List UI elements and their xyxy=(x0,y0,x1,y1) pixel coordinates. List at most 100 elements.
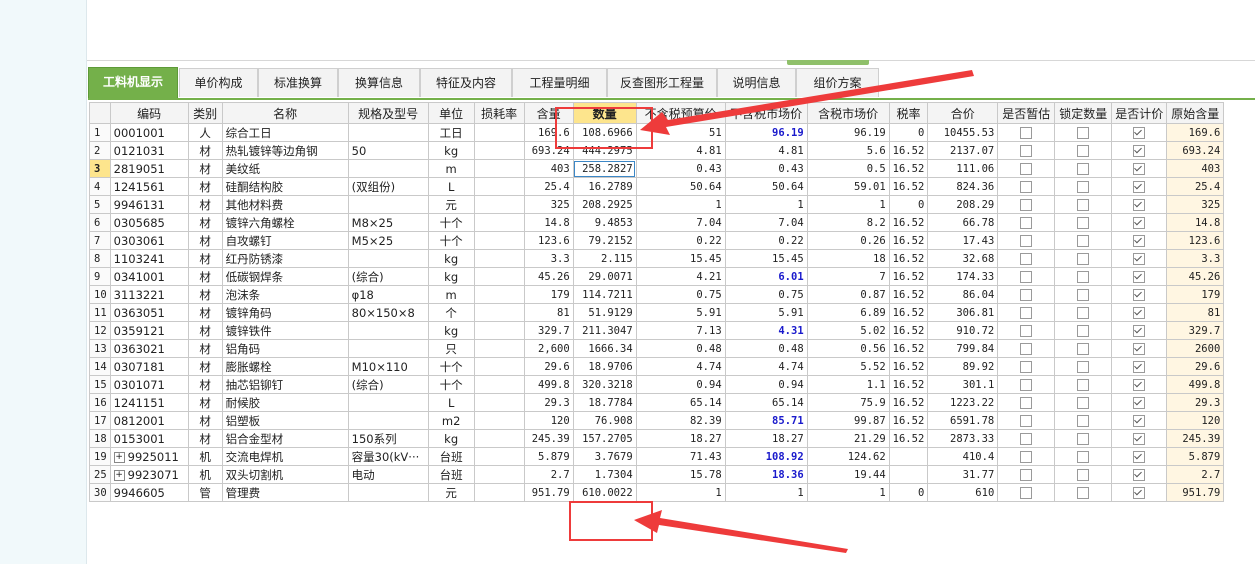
cell-unit[interactable]: m2 xyxy=(427,411,475,430)
cell-orig-content[interactable]: 120 xyxy=(1166,411,1225,430)
cell-pre-market[interactable]: 50.64 xyxy=(724,177,808,196)
cell-name[interactable]: 综合工日 xyxy=(221,123,349,142)
cell-type[interactable]: 材 xyxy=(187,267,223,286)
cell-spec[interactable] xyxy=(347,159,429,178)
cell-code[interactable]: 1241561 xyxy=(109,177,189,196)
cell-tax-market[interactable]: 5.6 xyxy=(806,141,890,160)
cell-orig-content[interactable]: 14.8 xyxy=(1166,213,1225,232)
cell-orig-content[interactable]: 2600 xyxy=(1166,339,1225,358)
cell-name[interactable]: 美纹纸 xyxy=(221,159,349,178)
cell-tax-rate[interactable]: 16.52 xyxy=(888,357,929,376)
checkbox[interactable] xyxy=(1133,486,1146,499)
cell-tax-rate[interactable]: 16.52 xyxy=(888,303,929,322)
cell-pre-budget[interactable]: 1 xyxy=(635,483,726,502)
checkbox[interactable] xyxy=(1133,198,1146,211)
cell-content[interactable]: 951.79 xyxy=(523,483,574,502)
cell-loss[interactable] xyxy=(473,195,525,214)
header-pre-budget[interactable]: 不含税预算价 xyxy=(635,102,726,124)
cell-loss[interactable] xyxy=(473,213,525,232)
cell-type[interactable]: 材 xyxy=(187,285,223,304)
cell-type[interactable]: 材 xyxy=(187,303,223,322)
cell-orig-content[interactable]: 5.879 xyxy=(1166,447,1225,466)
cell-loss[interactable] xyxy=(473,429,525,448)
tab-5[interactable]: 特征及内容 xyxy=(420,68,512,97)
cell-tax-rate[interactable]: 16.52 xyxy=(888,213,929,232)
cell-pre-budget[interactable]: 0.22 xyxy=(635,231,726,250)
header-is-estimate[interactable]: 是否暂估 xyxy=(997,102,1056,124)
cell-qty[interactable]: 3.7679 xyxy=(572,447,637,466)
cell-spec[interactable] xyxy=(347,483,429,502)
cell-tax-market[interactable]: 0.5 xyxy=(806,159,890,178)
checkbox[interactable] xyxy=(1133,162,1146,175)
cell-qty[interactable]: 208.2925 xyxy=(572,195,637,214)
checkbox[interactable] xyxy=(1020,486,1033,499)
cell-code[interactable]: 2819051 xyxy=(109,159,189,178)
cell-content[interactable]: 179 xyxy=(523,285,574,304)
cell-tax-rate[interactable]: 16.52 xyxy=(888,177,929,196)
cell-tax-rate[interactable]: 16.52 xyxy=(888,411,929,430)
cell-pre-market[interactable]: 5.91 xyxy=(724,303,808,322)
cell-code[interactable]: +9925011 xyxy=(109,447,189,466)
cell-qty[interactable]: 2.115 xyxy=(572,249,637,268)
header-spec[interactable]: 规格及型号 xyxy=(347,102,429,124)
cell-tax-market[interactable]: 0.87 xyxy=(806,285,890,304)
cell-loss[interactable] xyxy=(473,249,525,268)
checkbox[interactable] xyxy=(1077,450,1090,463)
checkbox[interactable] xyxy=(1020,216,1033,229)
cell-content[interactable]: 120 xyxy=(523,411,574,430)
cell-qty[interactable]: 320.3218 xyxy=(572,375,637,394)
cell-pre-market[interactable]: 7.04 xyxy=(724,213,808,232)
checkbox[interactable] xyxy=(1133,414,1146,427)
checkbox[interactable] xyxy=(1077,324,1090,337)
cell-spec[interactable]: (综合) xyxy=(347,267,429,286)
cell-code[interactable]: 0359121 xyxy=(109,321,189,340)
cell-type[interactable]: 材 xyxy=(187,213,223,232)
cell-total[interactable]: 89.92 xyxy=(927,357,999,376)
table-row[interactable]: 14 0307181 材膨胀螺栓 M10×110 十个 29.6 18.9706 4.74 4.… xyxy=(89,357,1225,376)
checkbox[interactable] xyxy=(1133,324,1146,337)
checkbox[interactable] xyxy=(1020,180,1033,193)
cell-name[interactable]: 泡沫条 xyxy=(221,285,349,304)
tab-8[interactable]: 说明信息 xyxy=(717,68,796,97)
table-row[interactable]: 15 0301071 材抽芯铝铆钉 (综合) 十个 499.8 320.3218 0.94 0.… xyxy=(89,375,1225,394)
cell-code[interactable]: 0121031 xyxy=(109,141,189,160)
header-is-priced[interactable]: 是否计价 xyxy=(1111,102,1168,124)
header-unit[interactable]: 单位 xyxy=(427,102,475,124)
cell-orig-content[interactable]: 123.6 xyxy=(1166,231,1225,250)
checkbox[interactable] xyxy=(1020,468,1033,481)
cell-tax-market[interactable]: 124.62 xyxy=(806,447,890,466)
cell-total[interactable]: 2873.33 xyxy=(927,429,999,448)
cell-spec[interactable] xyxy=(347,321,429,340)
cell-orig-content[interactable]: 25.4 xyxy=(1166,177,1225,196)
cell-name[interactable]: 镀锌角码 xyxy=(221,303,349,322)
cell-total[interactable]: 17.43 xyxy=(927,231,999,250)
cell-qty[interactable]: 1.7304 xyxy=(572,465,637,484)
cell-qty[interactable]: 16.2789 xyxy=(572,177,637,196)
cell-orig-content[interactable]: 169.6 xyxy=(1166,123,1225,142)
checkbox[interactable] xyxy=(1020,414,1033,427)
cell-total[interactable]: 208.29 xyxy=(927,195,999,214)
cell-spec[interactable]: (双组份) xyxy=(347,177,429,196)
cell-content[interactable]: 403 xyxy=(523,159,574,178)
cell-orig-content[interactable]: 45.26 xyxy=(1166,267,1225,286)
cell-pre-budget[interactable]: 82.39 xyxy=(635,411,726,430)
checkbox[interactable] xyxy=(1133,468,1146,481)
cell-pre-budget[interactable]: 7.13 xyxy=(635,321,726,340)
cell-unit[interactable]: kg xyxy=(427,267,475,286)
tab-3[interactable]: 标准换算 xyxy=(258,68,338,97)
table-row[interactable]: 9 0341001 材低碳钢焊条 (综合) kg 45.26 29.0071 4.21 6.01… xyxy=(89,267,1225,286)
cell-tax-market[interactable]: 7 xyxy=(806,267,890,286)
cell-pre-market[interactable]: 85.71 xyxy=(724,411,808,430)
cell-loss[interactable] xyxy=(473,177,525,196)
cell-name[interactable]: 自攻螺钉 xyxy=(221,231,349,250)
checkbox[interactable] xyxy=(1020,324,1033,337)
cell-content[interactable]: 245.39 xyxy=(523,429,574,448)
tab-4[interactable]: 换算信息 xyxy=(338,68,420,97)
cell-unit[interactable]: 个 xyxy=(427,303,475,322)
cell-code[interactable]: 0363051 xyxy=(109,303,189,322)
cell-pre-budget[interactable]: 50.64 xyxy=(635,177,726,196)
cell-orig-content[interactable]: 2.7 xyxy=(1166,465,1225,484)
cell-pre-budget[interactable]: 0.94 xyxy=(635,375,726,394)
cell-qty[interactable]: 18.9706 xyxy=(572,357,637,376)
cell-pre-budget[interactable]: 15.45 xyxy=(635,249,726,268)
